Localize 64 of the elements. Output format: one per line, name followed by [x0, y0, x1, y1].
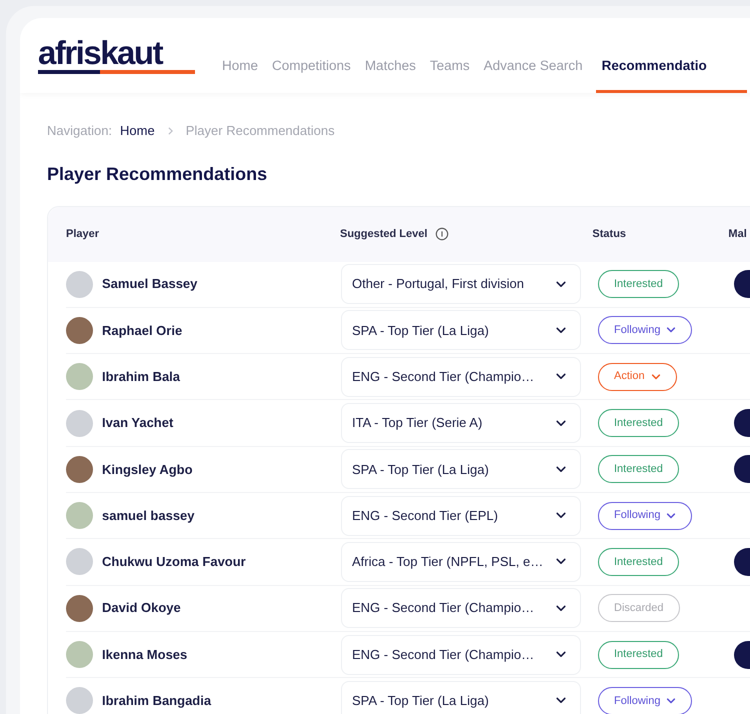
player-name[interactable]: Samuel Bassey [102, 274, 341, 294]
nav-tab[interactable]: Recommendatio [596, 52, 747, 93]
status-pill[interactable]: Following [598, 316, 692, 344]
chevron-down-icon [666, 512, 676, 519]
chevron-down-icon [556, 420, 566, 427]
player-name[interactable]: Ivan Yachet [102, 413, 341, 433]
level-select[interactable]: SPA - Top Tier (La Liga) [341, 449, 581, 490]
chevron-down-icon [556, 558, 566, 566]
avatar [66, 316, 93, 344]
status-pill[interactable]: Following [598, 686, 692, 714]
avatar [66, 410, 93, 437]
chevron-right-icon [168, 126, 173, 135]
status-pill[interactable]: Interested [598, 548, 679, 576]
player-name[interactable]: Ibrahim Bala [102, 366, 341, 386]
chevron-down-icon [556, 604, 566, 612]
chevron-down-icon [666, 327, 676, 334]
info-icon [435, 227, 450, 241]
level-select[interactable]: SPA - Top Tier (La Liga) [341, 310, 581, 350]
level-select[interactable]: ENG - Second Tier (EPL) [341, 496, 581, 536]
player-name[interactable]: Chukwu Uzoma Favour [102, 552, 341, 572]
level-select[interactable]: ENG - Second Tier (Champio… [341, 588, 581, 628]
status-pill[interactable]: Interested [598, 455, 679, 484]
status-pill[interactable]: Interested [598, 409, 679, 438]
chevron-down-icon [556, 512, 566, 520]
chevron-down-icon [556, 280, 566, 288]
status-pill[interactable]: Following [598, 502, 692, 530]
player-name[interactable]: Kingsley Agbo [102, 460, 341, 480]
chevron-down-icon [556, 373, 566, 380]
avatar [66, 456, 93, 483]
player-name[interactable]: Raphael Orie [102, 320, 341, 340]
chevron-down-icon [666, 698, 676, 704]
level-select[interactable]: Africa - Top Tier (NPFL, PSL, e… [341, 542, 581, 582]
level-select[interactable]: ITA - Top Tier (Serie A) [341, 403, 581, 444]
breadcrumb-link[interactable]: Home [120, 121, 155, 140]
level-select[interactable]: SPA - Top Tier (La Liga) [341, 680, 581, 714]
chevron-down-icon [556, 466, 566, 473]
logo-text: afriskaut [38, 36, 164, 70]
chevron-down-icon [556, 326, 566, 334]
avatar [66, 641, 93, 668]
level-select[interactable]: ENG - Second Tier (Champio… [341, 356, 581, 397]
column-header: Mal [728, 226, 747, 242]
chevron-down-icon [650, 374, 661, 380]
status-pill[interactable]: Interested [598, 270, 679, 298]
avatar [66, 502, 93, 530]
player-name[interactable]: David Okoye [102, 598, 341, 618]
level-select[interactable]: ENG - Second Tier (Champio… [341, 634, 581, 675]
player-name[interactable]: samuel bassey [102, 506, 341, 526]
avatar [66, 363, 93, 390]
page-title: Player Recommendations [46, 162, 268, 186]
column-header: Player [66, 226, 100, 242]
avatar [66, 548, 93, 576]
player-name[interactable]: Ikenna Moses [102, 644, 341, 664]
column-header: Suggested Level [340, 226, 428, 242]
status-pill[interactable]: Interested [598, 640, 679, 669]
avatar [66, 270, 93, 298]
logo[interactable]: afriskaut [38, 36, 195, 74]
chevron-down-icon [556, 697, 566, 704]
player-name[interactable]: Ibrahim Bangadia [102, 691, 341, 711]
level-select[interactable]: Other - Portugal, First division [341, 264, 581, 304]
avatar [66, 687, 93, 714]
chevron-down-icon [556, 651, 566, 658]
column-header: Status [592, 226, 628, 242]
avatar [66, 594, 93, 622]
breadcrumb-label: Navigation: [47, 122, 112, 140]
